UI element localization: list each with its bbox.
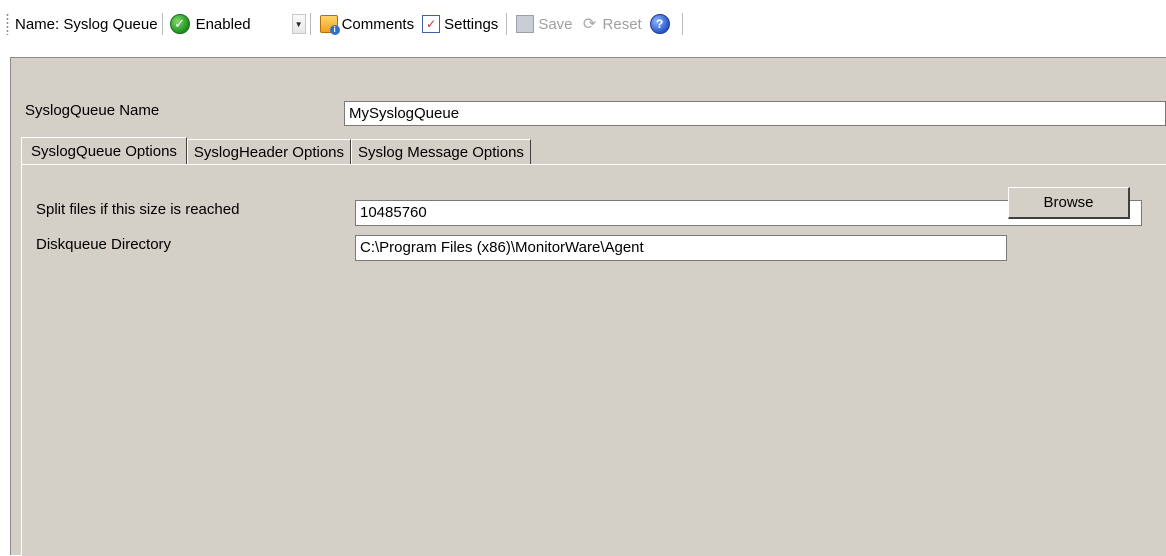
save-button-label: Save	[538, 15, 573, 33]
settings-button[interactable]: ✓ Settings	[418, 11, 502, 37]
settings-button-label: Settings	[444, 15, 499, 33]
diskqueue-directory-label: Diskqueue Directory	[36, 236, 172, 253]
status-select[interactable]: ✓ Enabled ▼	[169, 11, 306, 37]
check-circle-icon: ✓	[169, 14, 190, 34]
toolbar-separator	[161, 13, 164, 35]
status-select-value: Enabled	[195, 15, 251, 33]
main-panel: SyslogQueue Name MySyslogQueue SyslogQue…	[10, 57, 1166, 556]
save-button[interactable]: Save	[512, 11, 576, 37]
comments-icon	[319, 15, 340, 35]
toolbar-separator	[681, 13, 684, 35]
browse-button[interactable]: Browse	[1008, 187, 1130, 219]
toolbar-grip[interactable]	[6, 13, 9, 35]
comments-button-label: Comments	[341, 15, 415, 33]
tab-bar: SyslogQueue Options SyslogHeader Options…	[21, 136, 531, 165]
reset-button-label: Reset	[602, 15, 642, 33]
help-icon: ?	[649, 14, 670, 34]
tab-content-syslogqueue-options: Split files if this size is reached 1048…	[21, 164, 1166, 556]
tab-syslogqueue-options[interactable]: SyslogQueue Options	[21, 137, 187, 165]
split-size-label: Split files if this size is reached	[36, 201, 240, 218]
config-name-label: Name: Syslog Queue	[15, 15, 158, 33]
settings-icon: ✓	[422, 15, 441, 33]
reset-icon: ⟳	[582, 16, 597, 33]
help-button[interactable]: ?	[646, 11, 678, 37]
toolbar-separator	[309, 13, 312, 35]
queue-name-input[interactable]: MySyslogQueue	[344, 101, 1166, 126]
toolbar-separator	[506, 13, 509, 35]
comments-button[interactable]: Comments	[316, 11, 419, 37]
tab-syslog-message-options[interactable]: Syslog Message Options	[351, 139, 531, 164]
diskqueue-directory-input[interactable]: C:\Program Files (x86)\MonitorWare\Agent	[355, 235, 1007, 261]
tab-syslogheader-options[interactable]: SyslogHeader Options	[186, 139, 352, 164]
queue-name-label: SyslogQueue Name	[25, 102, 160, 119]
chevron-down-icon[interactable]: ▼	[291, 14, 306, 34]
save-icon	[516, 15, 535, 33]
toolbar: Name: Syslog Queue ✓ Enabled ▼ Comments …	[0, 0, 1166, 48]
reset-button[interactable]: ⟳ Reset	[577, 11, 646, 37]
